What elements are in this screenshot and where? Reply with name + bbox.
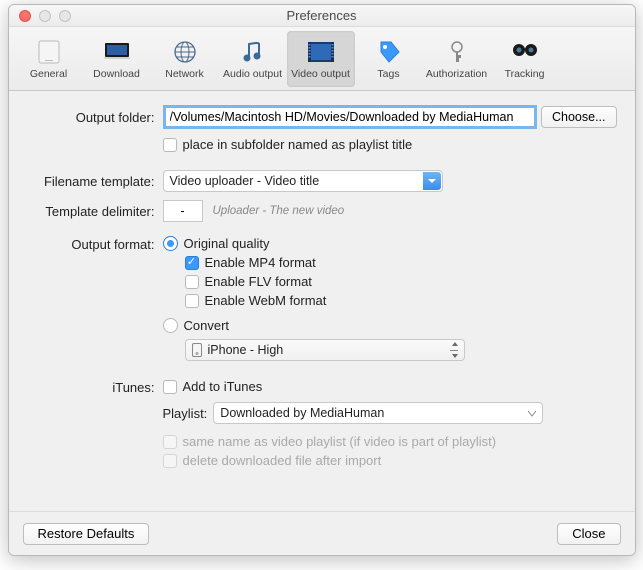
video-icon [305, 37, 337, 67]
stepper-arrows-icon [450, 342, 460, 358]
same-name-checkbox [163, 435, 177, 449]
footer: Restore Defaults Close [9, 511, 635, 555]
convert-radio[interactable] [163, 318, 178, 333]
template-delimiter-input[interactable] [163, 200, 203, 222]
window-title: Preferences [9, 8, 635, 23]
convert-label: Convert [184, 318, 230, 333]
tab-video-output[interactable]: Video output [287, 31, 355, 87]
enable-mp4-checkbox[interactable] [185, 256, 199, 270]
tab-network[interactable]: Network [151, 31, 219, 87]
download-icon [101, 37, 133, 67]
tab-general[interactable]: General [15, 31, 83, 87]
tab-tags[interactable]: Tags [355, 31, 423, 87]
itunes-label: iTunes: [27, 379, 163, 395]
preferences-window: Preferences General Download Network Aud… [8, 4, 636, 556]
add-to-itunes-label: Add to iTunes [183, 379, 263, 394]
tab-audio-output[interactable]: Audio output [219, 31, 287, 87]
output-folder-input[interactable] [163, 105, 537, 129]
tracking-icon [509, 37, 541, 67]
subfolder-checkbox[interactable] [163, 138, 177, 152]
choose-button[interactable]: Choose... [541, 106, 617, 128]
tab-download[interactable]: Download [83, 31, 151, 87]
tab-authorization[interactable]: Authorization [423, 31, 491, 87]
enable-flv-label: Enable FLV format [205, 274, 312, 289]
subfolder-label: place in subfolder named as playlist tit… [183, 137, 413, 152]
output-format-label: Output format: [27, 236, 163, 252]
enable-webm-checkbox[interactable] [185, 294, 199, 308]
output-folder-label: Output folder: [27, 110, 163, 125]
close-button[interactable]: Close [557, 523, 620, 545]
titlebar: Preferences [9, 5, 635, 27]
convert-preset-select[interactable]: iPhone - High [185, 339, 465, 361]
content-pane: Output folder: Choose... place in subfol… [9, 91, 635, 511]
delete-after-label: delete downloaded file after import [183, 453, 382, 468]
authorization-icon [441, 37, 473, 67]
network-icon [169, 37, 201, 67]
template-delimiter-label: Template delimiter: [27, 204, 163, 219]
toolbar: General Download Network Audio output Vi… [9, 27, 635, 91]
enable-mp4-label: Enable MP4 format [205, 255, 316, 270]
chevron-down-icon [528, 406, 536, 420]
playlist-label: Playlist: [163, 406, 208, 421]
original-quality-label: Original quality [184, 236, 270, 251]
enable-webm-label: Enable WebM format [205, 293, 327, 308]
add-to-itunes-checkbox[interactable] [163, 380, 177, 394]
original-quality-radio[interactable] [163, 236, 178, 251]
tab-tracking[interactable]: Tracking [491, 31, 559, 87]
filename-template-select[interactable]: Video uploader - Video title [163, 170, 443, 192]
same-name-label: same name as video playlist (if video is… [183, 434, 497, 449]
enable-flv-checkbox[interactable] [185, 275, 199, 289]
tags-icon [373, 37, 405, 67]
restore-defaults-button[interactable]: Restore Defaults [23, 523, 150, 545]
template-hint: Uploader - The new video [213, 205, 345, 217]
iphone-icon [192, 343, 202, 357]
general-icon [33, 37, 65, 67]
playlist-select[interactable]: Downloaded by MediaHuman [213, 402, 543, 424]
filename-template-label: Filename template: [27, 174, 163, 189]
audio-icon [237, 37, 269, 67]
delete-after-checkbox [163, 454, 177, 468]
